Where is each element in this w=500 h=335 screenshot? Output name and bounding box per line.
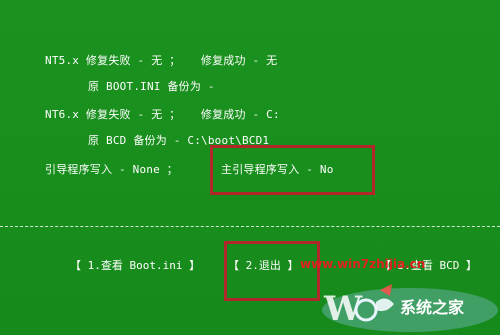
main-loader-highlight-box — [210, 145, 375, 195]
watermark-logo-text: 系统之家 — [400, 298, 465, 317]
loader-write-line: 引导程序写入 - None ； — [45, 163, 178, 176]
nt5-backup-line: 原 BOOT.INI 备份为 - — [88, 80, 215, 93]
nt5-status-line: NT5.x 修复失败 - 无 ； 修复成功 - 无 — [45, 54, 278, 67]
boot-repair-screen: NT5.x 修复失败 - 无 ； 修复成功 - 无 原 BOOT.INI 备份为… — [0, 0, 500, 335]
nt6-status-line: NT6.x 修复失败 - 无 ； 修复成功 - C: — [45, 108, 280, 121]
separator-line — [0, 226, 500, 227]
exit-highlight-box — [224, 241, 320, 301]
view-boot-ini-menu-item[interactable]: 【 1.查看 Boot.ini 】 — [70, 259, 200, 273]
watermark-url: www.win7zhijia.cn — [300, 257, 426, 271]
